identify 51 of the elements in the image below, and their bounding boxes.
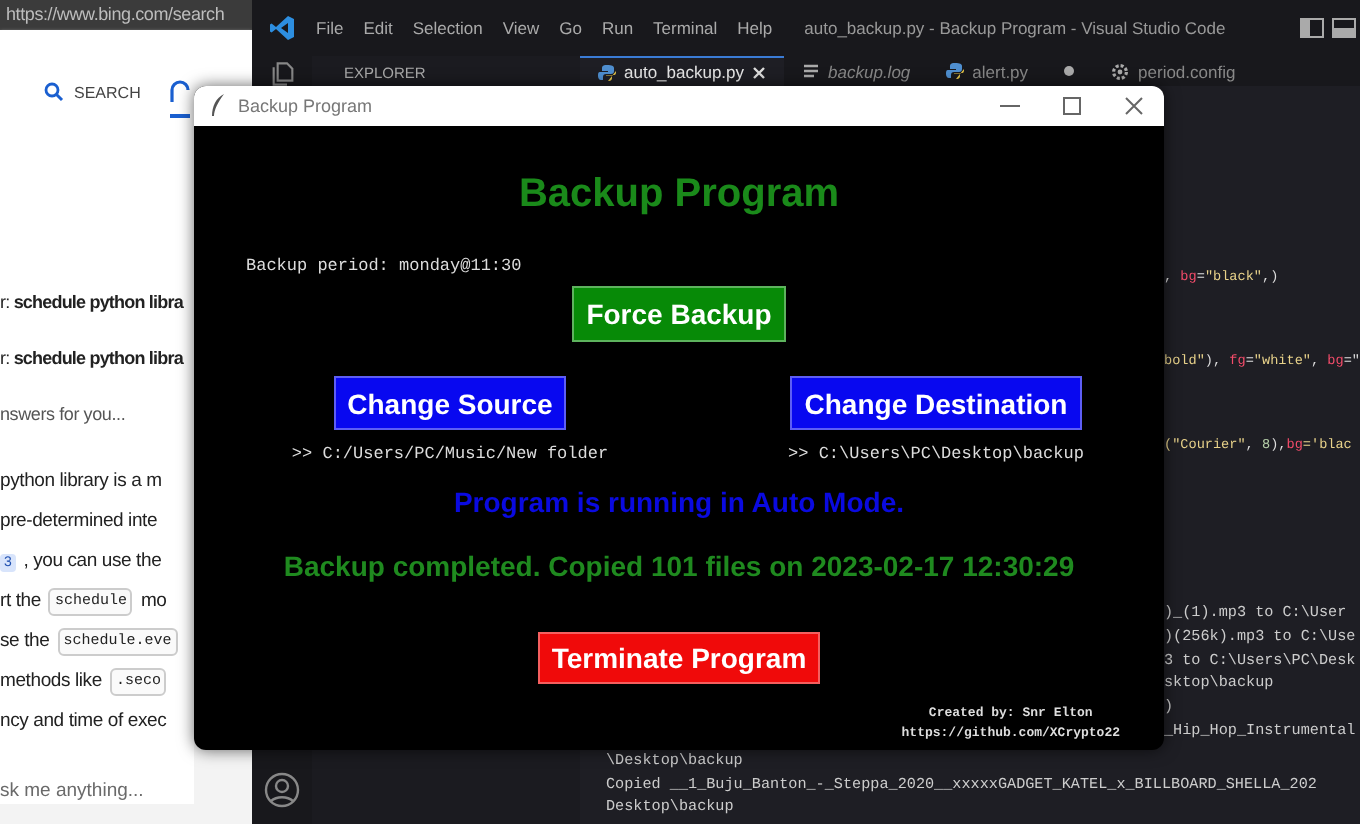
- unsaved-dot: [1064, 66, 1075, 76]
- file-tab[interactable]: alert.py: [928, 56, 1093, 86]
- file-tab[interactable]: period.config: [1092, 56, 1254, 86]
- answer-note: nswers for you...: [0, 402, 126, 428]
- destination-path: >> C:\Users\PC\Desktop\backup: [788, 446, 1084, 464]
- answer-text: methods like: [0, 668, 102, 696]
- account-icon[interactable]: [264, 772, 300, 808]
- feather-icon: [210, 94, 226, 118]
- menu-item[interactable]: Selection: [412, 18, 483, 38]
- backup-result: Backup completed. Copied 101 files on 2023-02-17 12:30:29: [283, 550, 1075, 582]
- menu-item[interactable]: Edit: [363, 18, 393, 38]
- answer-text: ncy and time of exec: [0, 708, 167, 736]
- menu-item[interactable]: Help: [737, 18, 773, 38]
- python-file-icon: [946, 62, 965, 80]
- answer-text: rt the: [0, 588, 41, 616]
- result-heading: r: schedule python libra: [0, 346, 183, 372]
- menu-item[interactable]: Run: [601, 18, 634, 38]
- answer-text: python library is a m: [0, 468, 162, 496]
- terminate-button[interactable]: Terminate Program: [537, 632, 821, 684]
- chat-icon: [170, 80, 191, 104]
- search-icon: [44, 82, 64, 102]
- source-path: >> C:/Users/PC/Music/New folder: [291, 446, 609, 464]
- window-title: Backup Program: [238, 96, 373, 116]
- layout-toggle-icon[interactable]: [1300, 18, 1360, 38]
- answer-text: se the: [0, 628, 50, 656]
- files-icon[interactable]: [271, 62, 293, 86]
- app-logo-icon: [268, 14, 296, 42]
- change-source-button[interactable]: Change Source: [333, 376, 567, 430]
- address-bar[interactable]: https://www.bing.com/search: [0, 0, 252, 30]
- change-destination-button[interactable]: Change Destination: [790, 376, 1082, 430]
- menu-item[interactable]: File: [316, 18, 344, 38]
- menu-item[interactable]: Go: [559, 18, 582, 38]
- status-message: Program is running in Auto Mode.: [453, 486, 905, 518]
- window-title: auto_backup.py - Backup Program - Visual Studio Code: [804, 18, 1226, 38]
- file-tab[interactable]: auto_backup.py: [580, 56, 785, 86]
- answer-text: mo: [140, 588, 167, 616]
- lines-icon: [802, 62, 821, 80]
- file-tab[interactable]: backup.log: [784, 56, 929, 86]
- backup-period: Backup period: monday@11:30: [246, 256, 522, 278]
- python-file-icon: [598, 63, 616, 81]
- app-heading: Backup Program: [518, 170, 840, 218]
- chat-input[interactable]: sk me anything...: [0, 776, 190, 804]
- result-heading: r: schedule python libra: [0, 290, 183, 316]
- menu-item[interactable]: View: [502, 18, 540, 38]
- menu-item[interactable]: Terminal: [653, 18, 718, 38]
- answer-text: , you can use the: [23, 548, 162, 576]
- gear-icon: [1110, 61, 1131, 81]
- force-backup-button[interactable]: Force Backup: [572, 286, 786, 342]
- close-icon[interactable]: [752, 65, 767, 79]
- search-tab[interactable]: SEARCH: [44, 70, 141, 118]
- answer-text: pre-determined inte: [0, 508, 158, 536]
